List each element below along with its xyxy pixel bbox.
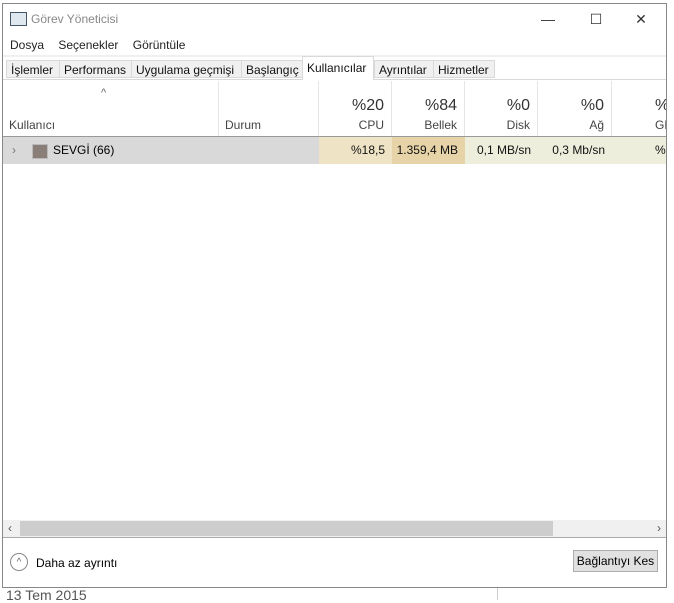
column-gpu[interactable]: % GP <box>612 81 666 136</box>
tab-ayrintilar[interactable]: Ayrıntılar <box>374 60 434 78</box>
table-row[interactable]: › SEVGİ (66) %18,5 1.359,4 MB 0,1 MB/sn … <box>3 137 666 164</box>
task-manager-icon <box>10 12 27 26</box>
network-total: %0 <box>580 97 604 114</box>
column-cpu-label: CPU <box>358 118 384 132</box>
tab-performans[interactable]: Performans <box>59 60 132 78</box>
scrollbar-thumb[interactable] <box>20 521 553 536</box>
scroll-left-icon[interactable]: ‹ <box>8 521 12 535</box>
disconnect-button[interactable]: Bağlantıyı Kes <box>573 550 658 572</box>
gpu-total: % <box>655 97 666 115</box>
column-status-label: Durum <box>225 118 262 132</box>
menu-secenekler[interactable]: Seçenekler <box>58 36 118 54</box>
scroll-right-icon[interactable]: › <box>657 521 661 535</box>
close-button[interactable]: ✕ <box>621 8 661 30</box>
column-network-label: Ağ <box>589 118 604 132</box>
menu-bar: Dosya Seçenekler Görüntüle <box>3 36 666 57</box>
window-title: Görev Yöneticisi <box>31 12 119 26</box>
task-manager-window: Görev Yöneticisi — ☐ ✕ Dosya Seçenekler … <box>2 3 667 588</box>
maximize-button[interactable]: ☐ <box>576 8 616 30</box>
tab-islemler[interactable]: İşlemler <box>6 60 60 78</box>
column-user-label: Kullanıcı <box>9 118 56 132</box>
memory-total: %84 <box>424 97 457 114</box>
horizontal-scrollbar[interactable]: ‹ › <box>3 520 666 538</box>
less-details-link[interactable]: Daha az ayrıntı <box>36 556 117 570</box>
memory-value: 1.359,4 MB <box>392 137 465 164</box>
sort-ascending-icon: ^ <box>101 87 107 99</box>
gpu-value: % <box>612 137 666 164</box>
tab-kullanicilar[interactable]: Kullanıcılar <box>302 56 374 80</box>
column-network[interactable]: %0 Ağ <box>538 81 612 136</box>
menu-goruntule[interactable]: Görüntüle <box>133 36 186 54</box>
column-disk[interactable]: %0 Disk <box>465 81 538 136</box>
column-header-row: ^ Kullanıcı Durum %20 CPU %84 Bellek %0 … <box>3 81 666 137</box>
menu-dosya[interactable]: Dosya <box>10 36 44 54</box>
disk-total: %0 <box>506 97 530 114</box>
column-memory-label: Bellek <box>424 118 457 132</box>
column-gpu-label: GP <box>655 118 666 132</box>
tab-bar: İşlemler Performans Uygulama geçmişi Baş… <box>3 56 666 80</box>
footer: ^ Daha az ayrıntı Bağlantıyı Kes <box>3 538 666 587</box>
minimize-button[interactable]: — <box>528 8 568 30</box>
cpu-total: %20 <box>351 97 384 114</box>
column-user[interactable]: ^ Kullanıcı <box>3 81 219 136</box>
cpu-value: %18,5 <box>319 137 392 164</box>
tab-uygulama-gecmisi[interactable]: Uygulama geçmişi <box>131 60 242 78</box>
background-divider <box>497 586 498 600</box>
user-avatar <box>32 144 48 159</box>
column-cpu[interactable]: %20 CPU <box>319 81 392 136</box>
column-status[interactable]: Durum <box>219 81 319 136</box>
tab-baslangic[interactable]: Başlangıç <box>241 60 303 78</box>
column-memory[interactable]: %84 Bellek <box>392 81 465 136</box>
background-date: 13 Tem 2015 <box>6 587 87 603</box>
title-bar: Görev Yöneticisi — ☐ ✕ <box>3 4 666 34</box>
collapse-chevron-icon[interactable]: ^ <box>10 553 28 571</box>
user-name: SEVGİ (66) <box>53 143 115 157</box>
expand-chevron-icon[interactable]: › <box>12 143 16 157</box>
column-disk-label: Disk <box>506 118 530 132</box>
network-value: 0,3 Mb/sn <box>538 137 612 164</box>
disk-value: 0,1 MB/sn <box>465 137 538 164</box>
tab-hizmetler[interactable]: Hizmetler <box>433 60 495 78</box>
